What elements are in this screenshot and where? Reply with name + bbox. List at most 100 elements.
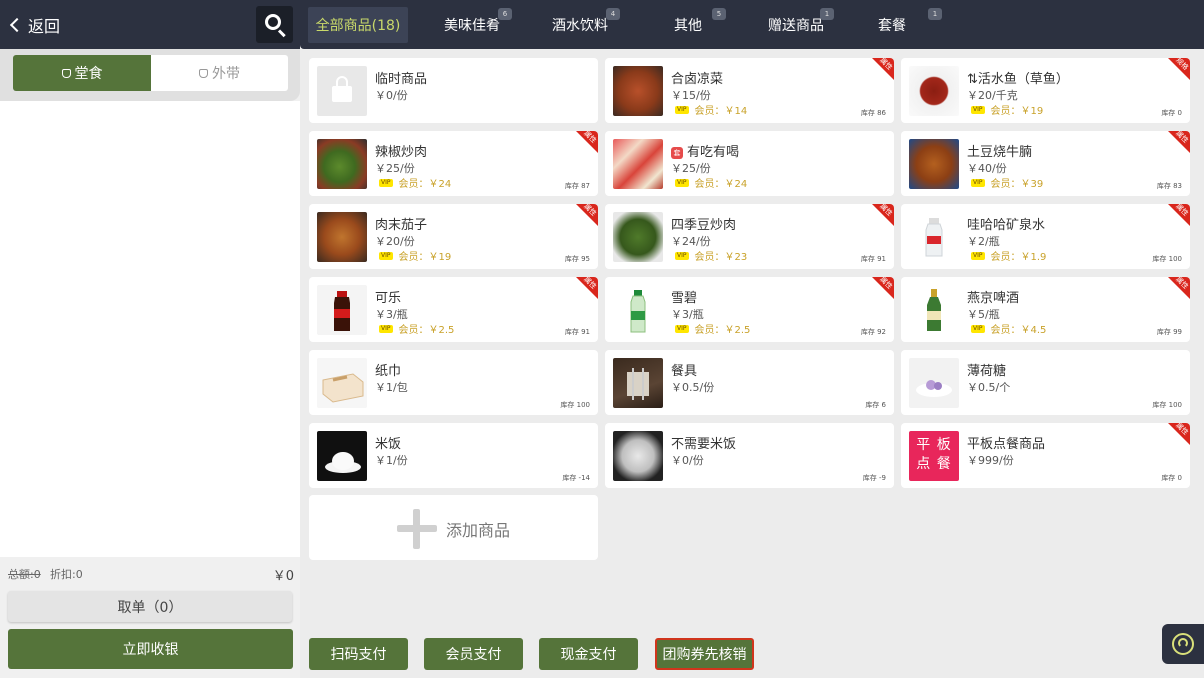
tab-gift-products[interactable]: 赠送商品 1: [746, 7, 846, 43]
product-name: 哇哈哈矿泉水: [967, 218, 1046, 233]
checkout-button[interactable]: 立即收银: [8, 629, 293, 669]
back-label: 返回: [28, 17, 61, 36]
stock-count: 库存 86: [860, 109, 886, 117]
product-card[interactable]: ⇅活水鱼（草鱼） ￥20/千克 VIP 会员：￥19 库存 0 规格: [901, 58, 1190, 123]
product-image: [909, 139, 959, 189]
tab-combos[interactable]: 套餐 1: [854, 7, 942, 43]
product-name: 肉末茄子: [375, 218, 428, 233]
product-name-text: 活水鱼（草鱼）: [977, 72, 1069, 87]
tab-label: 全部商品(18): [315, 18, 401, 34]
member-price: VIP 会员：￥24: [671, 175, 747, 190]
product-image: [909, 285, 959, 335]
product-price: ￥0/份: [375, 89, 408, 102]
order-summary: 总额:0 折扣:0 ￥0 取单（0） 立即收银: [0, 557, 300, 678]
dine-in-tab[interactable]: 堂食: [13, 55, 151, 91]
member-price: VIP 会员：￥4.5: [967, 321, 1046, 336]
product-card[interactable]: 薄荷糖 ￥0.5/个 库存 100: [901, 350, 1190, 415]
vip-icon: VIP: [971, 105, 985, 114]
product-name: 临时商品: [375, 72, 428, 87]
member-price: VIP 会员：￥14: [671, 102, 747, 117]
member-price: VIP 会员：￥19: [967, 102, 1043, 117]
stock-count: 库存 99: [1156, 328, 1182, 336]
member-price: VIP 会员：￥2.5: [375, 321, 454, 336]
tab-label: 酒水饮料: [552, 18, 608, 34]
product-card[interactable]: 不需要米饭 ￥0/份 库存 -9: [605, 423, 894, 488]
tab-delicacies[interactable]: 美味佳肴 6: [422, 7, 522, 43]
product-name: 不需要米饭: [671, 437, 737, 452]
product-card[interactable]: 可乐 ￥3/瓶 VIP 会员：￥2.5 库存 91 属性: [309, 277, 598, 342]
stock-count: 库存 -14: [562, 474, 590, 482]
scan-pay-button[interactable]: 扫码支付: [309, 638, 408, 670]
summary-amount: ￥0: [272, 569, 294, 584]
vip-icon: VIP: [675, 324, 689, 333]
vip-icon: VIP: [971, 178, 985, 187]
member-price-text: 会员：￥2.5: [694, 325, 751, 336]
tab-drinks[interactable]: 酒水饮料 4: [530, 7, 630, 43]
product-price: ￥15/份: [671, 89, 711, 102]
tab-all-products[interactable]: 全部商品(18): [308, 7, 408, 43]
product-card[interactable]: 纸巾 ￥1/包 库存 100: [309, 350, 598, 415]
product-name: 薄荷糖: [967, 364, 1007, 379]
product-name: 雪碧: [671, 291, 698, 306]
add-product-button[interactable]: 添加商品: [309, 495, 598, 560]
stock-count: 库存 91: [564, 328, 590, 336]
member-price: VIP 会员：￥39: [967, 175, 1043, 190]
product-image: [909, 66, 959, 116]
member-price: VIP 会员：￥23: [671, 248, 747, 263]
group-voucher-button[interactable]: 团购券先核销: [655, 638, 754, 670]
member-price-text: 会员：￥2.5: [398, 325, 455, 336]
product-card[interactable]: 临时商品 ￥0/份: [309, 58, 598, 123]
pickup-order-button[interactable]: 取单（0）: [8, 591, 292, 622]
product-name: 套有吃有喝: [671, 141, 739, 160]
tab-label: 套餐: [878, 18, 906, 34]
stock-count: 库存 83: [1156, 182, 1182, 190]
member-price: VIP 会员：￥24: [375, 175, 451, 190]
takeaway-tab[interactable]: 外带: [151, 55, 288, 91]
product-name: 平板点餐商品: [967, 437, 1046, 452]
product-card[interactable]: 四季豆炒肉 ￥24/份 VIP 会员：￥23 库存 91 属性: [605, 204, 894, 269]
product-card[interactable]: 土豆烧牛腩 ￥40/份 VIP 会员：￥39 库存 83 属性: [901, 131, 1190, 196]
product-price: ￥20/份: [375, 235, 415, 248]
product-card[interactable]: 雪碧 ￥3/瓶 VIP 会员：￥2.5 库存 92 属性: [605, 277, 894, 342]
product-image: [613, 358, 663, 408]
product-card[interactable]: 餐具 ￥0.5/份 库存 6: [605, 350, 894, 415]
product-name-text: 有吃有喝: [687, 145, 740, 160]
summary-row: 总额:0 折扣:0 ￥0: [8, 566, 294, 584]
product-card[interactable]: 米饭 ￥1/份 库存 -14: [309, 423, 598, 488]
search-button[interactable]: [256, 6, 293, 43]
customer-service-button[interactable]: [1162, 624, 1204, 664]
vip-icon: VIP: [379, 251, 393, 260]
product-image: [909, 358, 959, 408]
member-pay-button[interactable]: 会员支付: [424, 638, 523, 670]
product-card[interactable]: 辣椒炒肉 ￥25/份 VIP 会员：￥24 库存 87 属性: [309, 131, 598, 196]
tab-badge: 1: [928, 8, 942, 20]
product-card[interactable]: 燕京啤酒 ￥5/瓶 VIP 会员：￥4.5 库存 99 属性: [901, 277, 1190, 342]
tab-badge: 1: [820, 8, 834, 20]
product-price: ￥25/份: [671, 162, 711, 175]
spec-prefix: ⇅: [967, 72, 978, 87]
product-name: 合卤凉菜: [671, 72, 724, 87]
product-name: 辣椒炒肉: [375, 145, 428, 160]
product-card[interactable]: 平 板 点 餐 平板点餐商品 ￥999/份 库存 0 属性: [901, 423, 1190, 488]
member-price-text: 会员：￥24: [694, 179, 748, 190]
product-name: 米饭: [375, 437, 402, 452]
vip-icon: VIP: [971, 324, 985, 333]
product-card[interactable]: 哇哈哈矿泉水 ￥2/瓶 VIP 会员：￥1.9 库存 100 属性: [901, 204, 1190, 269]
order-mode-switch: 堂食 外带: [0, 49, 300, 101]
product-price: ￥40/份: [967, 162, 1007, 175]
product-card[interactable]: 肉末茄子 ￥20/份 VIP 会员：￥19 库存 95 属性: [309, 204, 598, 269]
stock-count: 库存 -9: [862, 474, 886, 482]
product-card[interactable]: 合卤凉菜 ￥15/份 VIP 会员：￥14 库存 86 属性: [605, 58, 894, 123]
stock-count: 库存 0: [1161, 474, 1182, 482]
bag-icon: [199, 68, 208, 78]
stock-count: 库存 95: [564, 255, 590, 263]
product-price: ￥1/份: [375, 454, 408, 467]
chevron-left-icon: [9, 17, 25, 33]
stock-count: 库存 100: [1152, 255, 1182, 263]
back-button[interactable]: 返回: [9, 13, 61, 37]
tab-other[interactable]: 其他 5: [638, 7, 738, 43]
cash-pay-button[interactable]: 现金支付: [539, 638, 638, 670]
tablet-order-logo: 平 板 点 餐: [909, 431, 959, 481]
product-card[interactable]: 套有吃有喝 ￥25/份 VIP 会员：￥24: [605, 131, 894, 196]
member-price-text: 会员：￥19: [398, 252, 452, 263]
